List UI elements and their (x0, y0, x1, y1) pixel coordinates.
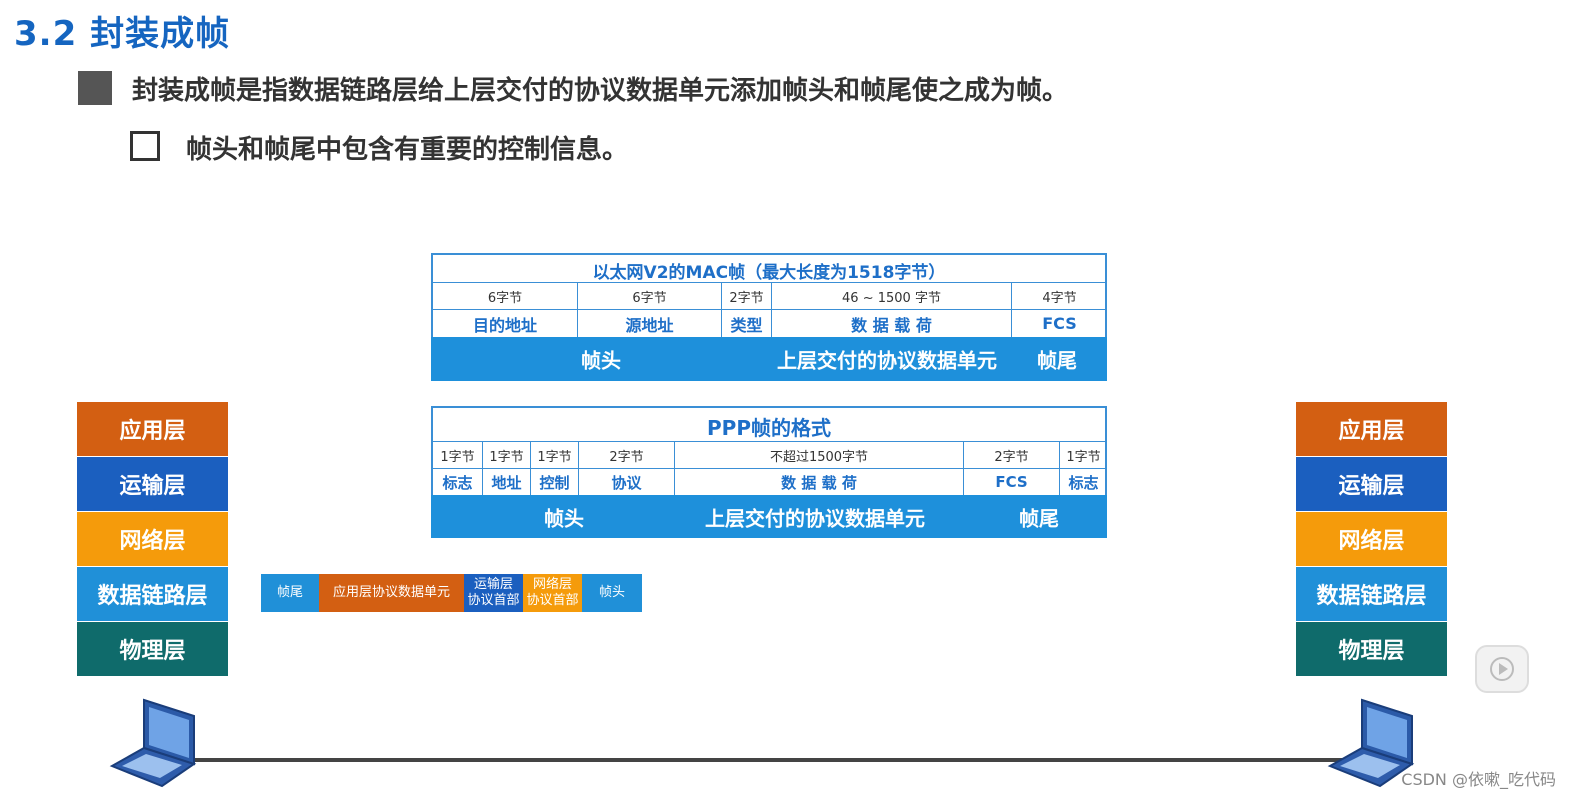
left-layer-transport: 运输层 (77, 457, 228, 511)
eth-size-cell: 2字节 (721, 282, 771, 309)
slide-title: 3.2 封装成帧 (14, 14, 231, 54)
ppp-pdu-bar: 帧头 上层交付的协议数据单元 帧尾 (431, 495, 1107, 538)
left-layer-network: 网络层 (77, 512, 228, 566)
right-protocol-stack: 应用层 运输层 网络层 数据链路层 物理层 (1296, 402, 1447, 676)
strip-frame-tail: 帧尾 (261, 574, 319, 612)
ppp-size-cell: 1字节 (482, 441, 530, 468)
ethernet-frame-title: 以太网V2的MAC帧（最大长度为1518字节） (592, 263, 946, 283)
ppp-bar-head: 帧头 (544, 506, 584, 530)
eth-field-cell: 数 据 载 荷 (771, 309, 1011, 337)
ppp-field-cell: 标志 (1059, 468, 1107, 495)
strip-frame-head: 帧头 (582, 574, 642, 612)
network-link-line (180, 758, 1380, 762)
eth-size-cell: 6字节 (577, 282, 721, 309)
bullet-text-2: 帧头和帧尾中包含有重要的控制信息。 (186, 135, 629, 165)
ppp-field-cell: 标志 (432, 468, 482, 495)
ppp-bar-tail: 帧尾 (1019, 506, 1059, 530)
left-layer-physical: 物理层 (77, 622, 228, 676)
ppp-size-cell: 2字节 (578, 441, 674, 468)
eth-bar-tail: 帧尾 (1037, 348, 1077, 373)
ppp-frame-table: PPP帧的格式 1字节 1字节 1字节 2字节 不超过1500字节 2字节 1字… (431, 406, 1107, 538)
strip-transport-header: 运输层 协议首部 (464, 574, 523, 612)
ppp-field-cell: 数 据 载 荷 (674, 468, 963, 495)
bullet-filled-square-icon (78, 71, 112, 105)
strip-app-pdu: 应用层协议数据单元 (319, 574, 464, 612)
right-layer-transport: 运输层 (1296, 457, 1447, 511)
laptop-icon (109, 698, 197, 788)
strip-network-header: 网络层 协议首部 (523, 574, 582, 612)
ppp-field-cell: 控制 (530, 468, 578, 495)
ppp-size-cell: 2字节 (963, 441, 1059, 468)
ppp-size-cell: 1字节 (530, 441, 578, 468)
strip-transport-label: 运输层 协议首部 (467, 577, 520, 608)
ethernet-frame-table: 以太网V2的MAC帧（最大长度为1518字节） 6字节 6字节 2字节 46 ~… (431, 253, 1107, 381)
eth-field-cell: 源地址 (577, 309, 721, 337)
left-layer-application: 应用层 (77, 402, 228, 456)
right-layer-application: 应用层 (1296, 402, 1447, 456)
eth-field-cell: 类型 (721, 309, 771, 337)
eth-size-cell: 6字节 (432, 282, 577, 309)
eth-field-cell: FCS (1011, 309, 1107, 337)
ppp-field-cell: FCS (963, 468, 1059, 495)
right-layer-network: 网络层 (1296, 512, 1447, 566)
ppp-size-cell: 不超过1500字节 (674, 441, 963, 468)
eth-size-cell: 46 ~ 1500 字节 (771, 282, 1011, 309)
ppp-frame-title: PPP帧的格式 (707, 416, 831, 440)
eth-pdu-bar: 帧头 上层交付的协议数据单元 帧尾 (431, 337, 1107, 381)
watermark-text: CSDN @依嗽_吃代码 (1401, 770, 1556, 789)
ppp-size-cell: 1字节 (1059, 441, 1107, 468)
left-layer-datalink: 数据链路层 (77, 567, 228, 621)
play-icon (1490, 657, 1514, 681)
ppp-size-cell: 1字节 (432, 441, 482, 468)
right-layer-physical: 物理层 (1296, 622, 1447, 676)
right-layer-datalink: 数据链路层 (1296, 567, 1447, 621)
eth-bar-head: 帧头 (581, 348, 621, 373)
eth-size-cell: 4字节 (1011, 282, 1107, 309)
eth-bar-pdu: 上层交付的协议数据单元 (777, 348, 997, 373)
eth-field-cell: 目的地址 (432, 309, 577, 337)
ppp-field-cell: 地址 (482, 468, 530, 495)
bullet-text-1: 封装成帧是指数据链路层给上层交付的协议数据单元添加帧头和帧尾使之成为帧。 (132, 76, 1069, 106)
ppp-field-cell: 协议 (578, 468, 674, 495)
left-protocol-stack: 应用层 运输层 网络层 数据链路层 物理层 (77, 402, 228, 676)
ppp-bar-pdu: 上层交付的协议数据单元 (705, 506, 925, 530)
strip-network-label: 网络层 协议首部 (526, 577, 579, 608)
bullet-empty-square-icon (130, 131, 160, 161)
play-button[interactable] (1475, 645, 1529, 693)
